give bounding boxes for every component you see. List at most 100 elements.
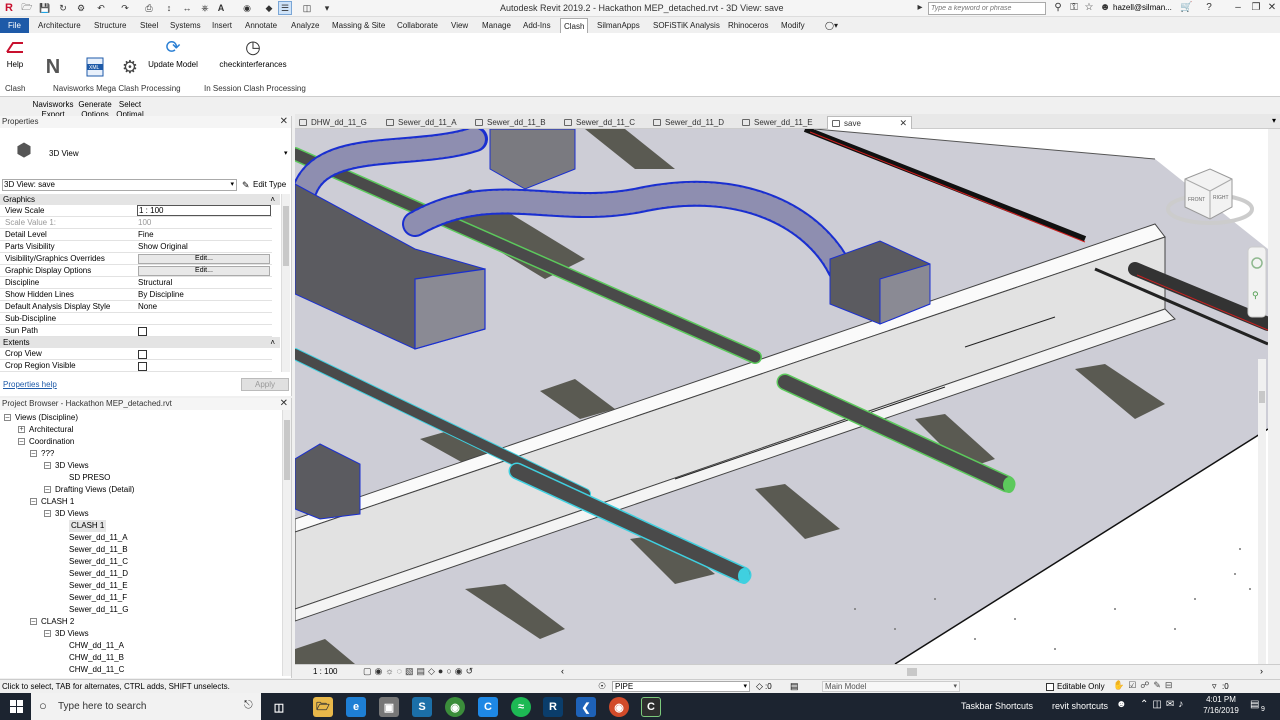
browser-item[interactable]: Sewer_dd_11_A bbox=[69, 532, 128, 544]
browser-item[interactable]: 3D Views bbox=[55, 460, 89, 472]
collapse-icon[interactable]: ˄ bbox=[270, 337, 275, 348]
vg-edit-button[interactable]: Edit... bbox=[138, 254, 270, 264]
browser-item[interactable]: CHW_dd_11_C bbox=[69, 664, 124, 676]
view-control-icons[interactable]: ▢◉☼◌▧▤◇●○◉↺ bbox=[363, 666, 476, 677]
revit-taskbar-icon[interactable]: R bbox=[543, 697, 563, 717]
tab-annotate[interactable]: Annotate bbox=[242, 18, 280, 33]
thin-lines-icon[interactable]: ☰ bbox=[278, 1, 292, 15]
tree-expander-icon[interactable]: – bbox=[18, 438, 25, 445]
tab-massing-site[interactable]: Massing & Site bbox=[329, 18, 388, 33]
workset-dropdown[interactable]: PIPE ▾ bbox=[612, 681, 750, 692]
subscription-icon[interactable]: ⚿ bbox=[1068, 2, 1080, 14]
sync-icon[interactable]: ↻ bbox=[56, 1, 70, 15]
tab-sofistik-analysis[interactable]: SOFiSTiK Analysis bbox=[650, 18, 723, 33]
tab-rhinoceros[interactable]: Rhinoceros bbox=[725, 18, 771, 33]
3d-view-icon[interactable]: ◉ bbox=[240, 1, 254, 15]
tab-view[interactable]: View bbox=[448, 18, 471, 33]
prop-row-vg-overrides[interactable]: Visibility/Graphics Overrides Edit... bbox=[0, 253, 272, 265]
properties-scrollbar[interactable] bbox=[281, 194, 290, 372]
properties-close-icon[interactable]: ✕ bbox=[280, 116, 288, 128]
taskbar-shortcuts-toolbar[interactable]: Taskbar Shortcuts bbox=[961, 701, 1033, 711]
tree-expander-icon[interactable]: – bbox=[44, 462, 51, 469]
notification-icon[interactable]: ▤ bbox=[1250, 699, 1259, 710]
prop-row-sun-path[interactable]: Sun Path bbox=[0, 325, 272, 337]
tab-view-save[interactable]: save ✕ bbox=[827, 116, 912, 129]
tab-insert[interactable]: Insert bbox=[209, 18, 235, 33]
scrollbar-thumb[interactable] bbox=[284, 420, 290, 480]
tree-expander-icon[interactable]: – bbox=[44, 510, 51, 517]
view-scale-button[interactable]: 1 : 100 bbox=[313, 667, 337, 676]
tab-clash[interactable]: Clash bbox=[560, 18, 589, 33]
section-extents[interactable]: Extents ˄ bbox=[0, 337, 280, 348]
app-green-icon[interactable]: ◉ bbox=[445, 697, 465, 717]
text-icon[interactable]: A bbox=[214, 1, 228, 15]
chrome-icon[interactable]: ◉ bbox=[609, 697, 629, 717]
browser-item[interactable]: Sewer_dd_11_D bbox=[69, 568, 128, 580]
user-icon[interactable]: ☻ bbox=[1099, 2, 1111, 14]
task-view-icon[interactable]: ◫ bbox=[269, 697, 289, 717]
undo-icon[interactable]: ↶ bbox=[94, 1, 108, 15]
tree-expander-icon[interactable]: – bbox=[44, 630, 51, 637]
tab-silmanapps[interactable]: SilmanApps bbox=[594, 18, 643, 33]
tree-expander-icon[interactable]: – bbox=[30, 498, 37, 505]
scrollbar-thumb[interactable] bbox=[283, 206, 289, 266]
prop-row-crop-region-visible[interactable]: Crop Region Visible bbox=[0, 360, 272, 372]
prop-row-crop-view[interactable]: Crop View bbox=[0, 348, 272, 360]
browser-item[interactable]: Sewer_dd_11_E bbox=[69, 580, 128, 592]
browser-item[interactable]: Sewer_dd_11_G bbox=[69, 604, 128, 616]
navigation-bar[interactable]: ⚲ bbox=[1247, 246, 1267, 318]
tab-view-dhw-dd-11-g[interactable]: DHW_dd_11_G bbox=[295, 116, 381, 129]
prop-row-detail-level[interactable]: Detail Level Fine bbox=[0, 229, 272, 241]
viewcube-front-label[interactable]: FRONT bbox=[1188, 197, 1205, 203]
file-explorer-icon[interactable]: 🗁 bbox=[313, 697, 333, 717]
vscode-icon[interactable]: ❮ bbox=[576, 697, 596, 717]
windows-start-icon[interactable] bbox=[10, 700, 23, 713]
browser-item[interactable]: Architectural bbox=[29, 424, 73, 436]
tabs-menu-icon[interactable]: ▾ bbox=[1272, 116, 1276, 125]
browser-item[interactable]: CLASH 2 bbox=[41, 616, 74, 628]
expand-icon[interactable]: ▸ bbox=[914, 2, 926, 14]
tab-analyze[interactable]: Analyze bbox=[288, 18, 322, 33]
collapse-icon[interactable]: ˄ bbox=[270, 194, 275, 205]
viewcube-right-label[interactable]: RIGHT bbox=[1213, 195, 1229, 201]
tab-manage[interactable]: Manage bbox=[479, 18, 514, 33]
browser-item[interactable]: Sewer_dd_11_B bbox=[69, 544, 128, 556]
tree-expander-icon[interactable]: – bbox=[30, 450, 37, 457]
tray-icons[interactable]: ⌃◫✉♪ bbox=[1140, 699, 1187, 710]
tab-view-sewer-dd-11-b[interactable]: Sewer_dd_11_B bbox=[471, 116, 559, 129]
dimension-icon[interactable]: ↔ bbox=[180, 1, 194, 15]
search-icon[interactable]: ⚲ bbox=[1052, 2, 1064, 14]
design-option-dropdown[interactable]: Main Model ▾ bbox=[822, 681, 960, 692]
editable-worksets-icon[interactable]: ◇ bbox=[756, 681, 763, 692]
tab-steel[interactable]: Steel bbox=[137, 18, 161, 33]
tree-expander-icon[interactable]: – bbox=[30, 618, 37, 625]
sync-settings-icon[interactable]: ⚙ bbox=[74, 1, 88, 15]
microphone-icon[interactable]: ⎋ bbox=[244, 699, 253, 712]
graphic-display-edit-button[interactable]: Edit... bbox=[138, 266, 270, 276]
browser-item[interactable]: Sewer_dd_11_F bbox=[69, 592, 127, 604]
horizontal-scrollbar-thumb[interactable] bbox=[907, 668, 917, 676]
user-account[interactable]: hazell@silman... bbox=[1113, 3, 1172, 12]
close-icon[interactable]: ✕ bbox=[1266, 2, 1278, 14]
edge-icon[interactable]: e bbox=[346, 697, 366, 717]
browser-item[interactable]: SD PRESO bbox=[69, 472, 110, 484]
tab-view-sewer-dd-11-a[interactable]: Sewer_dd_11_A bbox=[382, 116, 470, 129]
contextual-tab-toggle-icon[interactable]: ◯▾ bbox=[822, 18, 841, 33]
prop-row-discipline[interactable]: Discipline Structural bbox=[0, 277, 272, 289]
browser-item[interactable]: Views (Discipline) bbox=[15, 412, 78, 424]
browser-scrollbar[interactable] bbox=[282, 410, 291, 676]
edit-type-button[interactable]: ✎ Edit Type bbox=[241, 179, 286, 191]
tab-structure[interactable]: Structure bbox=[91, 18, 129, 33]
section-graphics[interactable]: Graphics ˄ bbox=[0, 194, 280, 205]
spotify-icon[interactable]: ≈ bbox=[511, 697, 531, 717]
browser-item[interactable]: CHW_dd_11_B bbox=[69, 652, 124, 664]
scrollbar-thumb[interactable] bbox=[1259, 391, 1265, 403]
sun-path-checkbox[interactable] bbox=[138, 326, 147, 336]
app-blue-c-icon[interactable]: C bbox=[478, 697, 498, 717]
viewport-scrollbar[interactable] bbox=[1258, 359, 1266, 664]
scroll-left-icon[interactable]: ‹ bbox=[561, 666, 564, 676]
type-selector-chevron-icon[interactable]: ▾ bbox=[284, 149, 288, 157]
type-selector[interactable]: 3D View bbox=[49, 149, 79, 158]
switch-windows-icon[interactable]: ◫ bbox=[300, 1, 314, 15]
help-button[interactable]: Help bbox=[3, 36, 27, 70]
